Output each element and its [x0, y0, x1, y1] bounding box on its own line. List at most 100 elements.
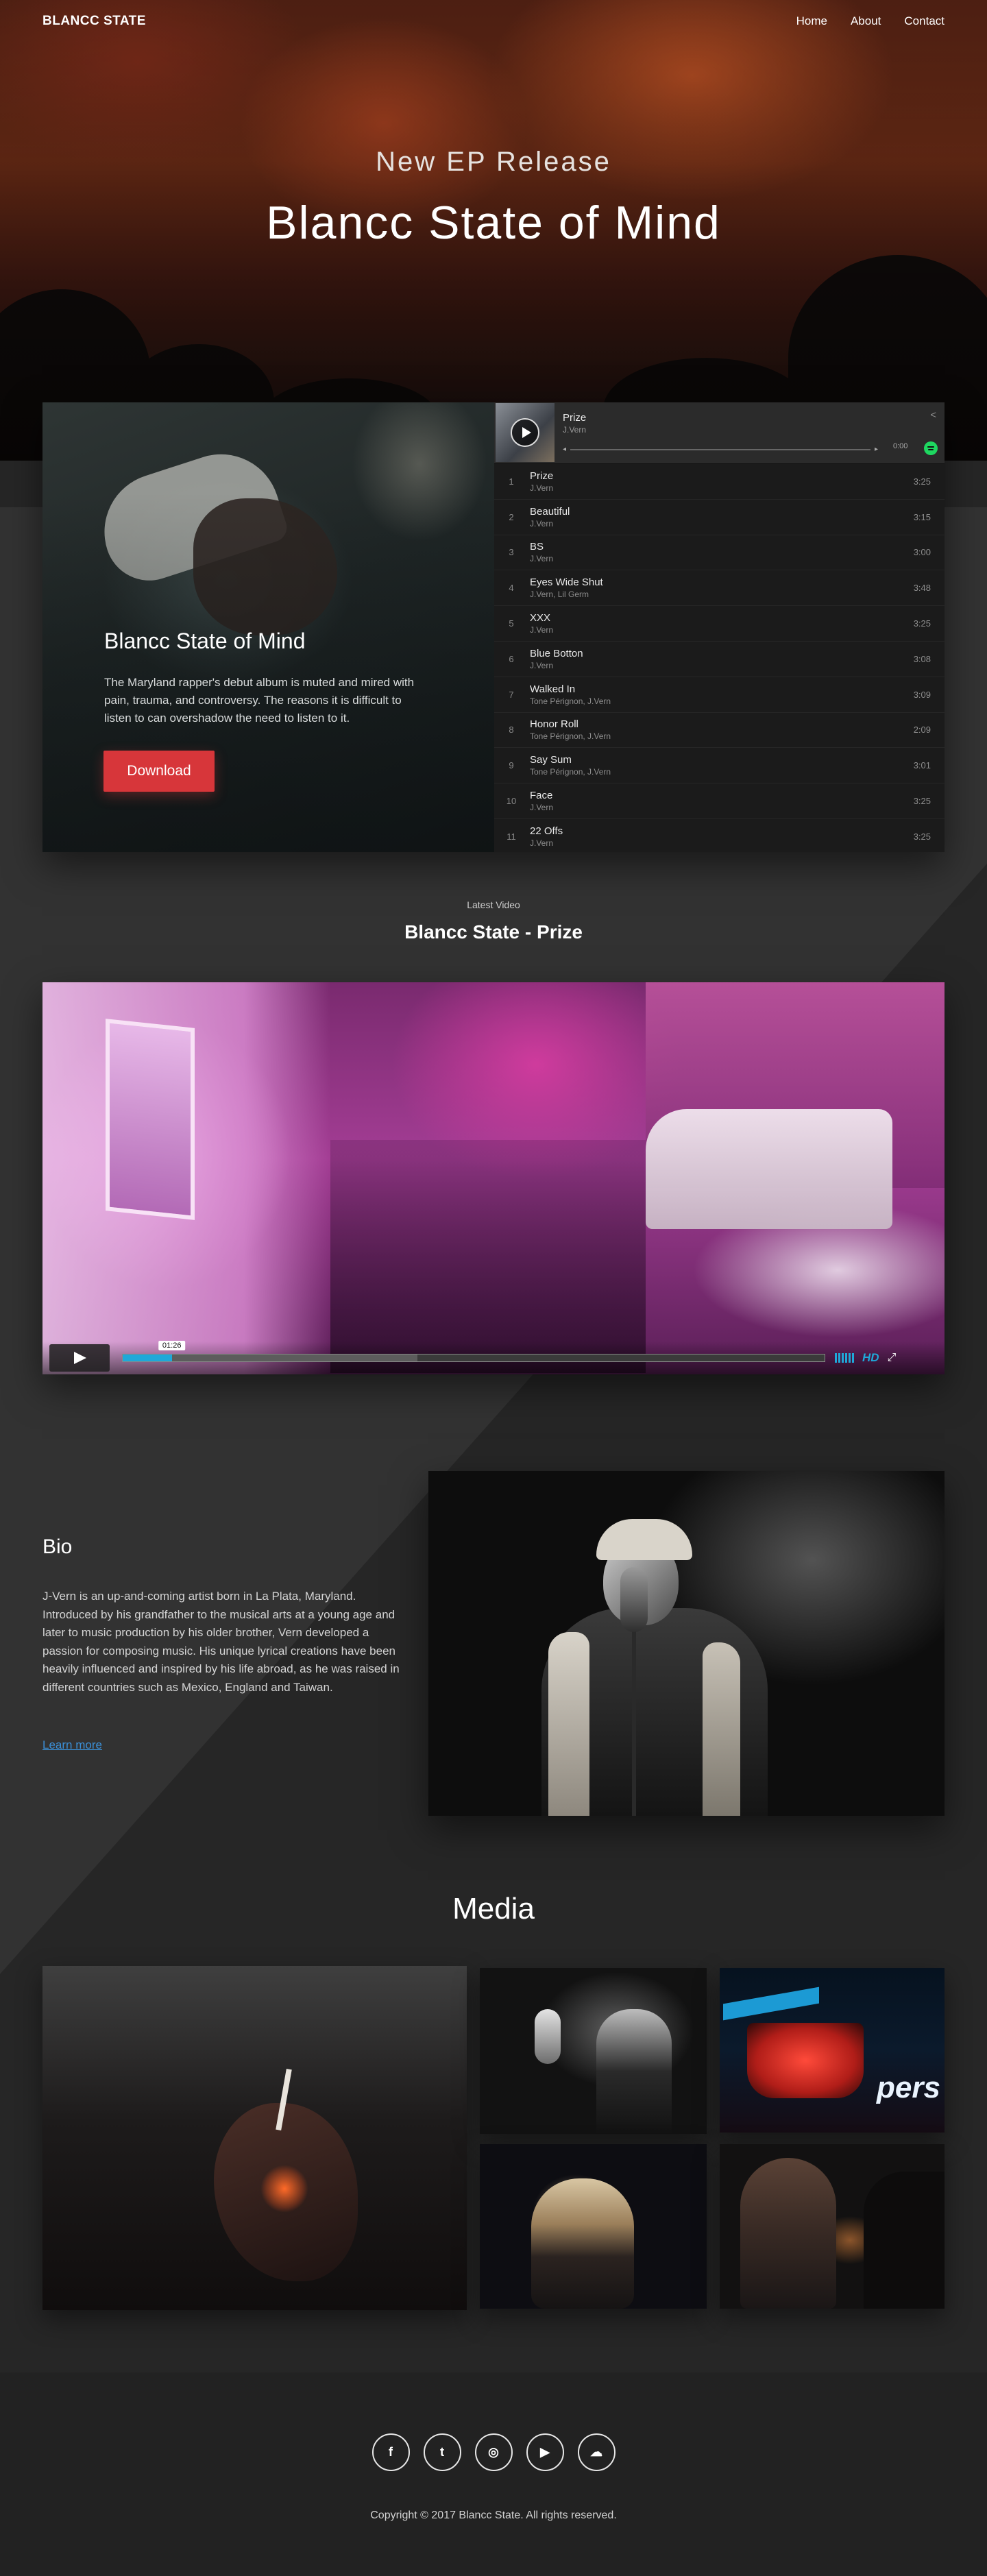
- track-artist: J.Vern, Lil Germ: [530, 590, 589, 600]
- video-controls: 01:26 HD ⤢: [42, 1341, 945, 1374]
- track-artist: J.Vern: [530, 625, 554, 635]
- media-tile-blonde[interactable]: [480, 2144, 707, 2309]
- media-tile-red-sign: [747, 2023, 864, 2098]
- media-tile-sign-text: pers: [877, 2071, 940, 2104]
- track-duration: 3:01: [913, 760, 931, 771]
- track-artist: J.Vern: [530, 554, 554, 564]
- learn-more-link[interactable]: Learn more: [42, 1738, 102, 1752]
- track-row[interactable]: 9 Say Sum Tone Pérignon, J.Vern 3:01: [494, 748, 945, 784]
- bio-photo: [428, 1471, 945, 1816]
- media-tile-neon-sign[interactable]: pers: [720, 1968, 945, 2133]
- track-row[interactable]: 3 BS J.Vern 3:00: [494, 535, 945, 571]
- video-play-button[interactable]: [49, 1344, 110, 1372]
- bio-text: J-Vern is an up-and-coming artist born i…: [42, 1590, 400, 1694]
- media-tile-studio[interactable]: [480, 1968, 707, 2134]
- video-scene-poster: [106, 1019, 195, 1220]
- track-info: Walked In Tone Pérignon, J.Vern: [528, 683, 903, 706]
- social-links: f t ◎ ▶ ☁: [0, 2433, 987, 2471]
- track-number: 11: [507, 831, 516, 842]
- track-artist: J.Vern: [530, 483, 554, 493]
- track-duration: 3:00: [913, 547, 931, 558]
- now-playing-title: Prize: [563, 412, 587, 424]
- player-header: Prize J.Vern < ◂ ▸ 0:00: [494, 402, 945, 464]
- volume-icon[interactable]: [835, 1353, 854, 1363]
- nav-about-link[interactable]: About: [851, 14, 881, 28]
- track-info: Eyes Wide Shut J.Vern, Lil Germ: [528, 576, 903, 599]
- instagram-icon[interactable]: ◎: [474, 2433, 513, 2471]
- media-tile-portrait[interactable]: [720, 2144, 945, 2309]
- facebook-icon[interactable]: f: [371, 2433, 410, 2471]
- track-row[interactable]: 1 Prize J.Vern 3:25: [494, 464, 945, 500]
- play-icon[interactable]: [511, 418, 539, 447]
- track-row[interactable]: 5 XXX J.Vern 3:25: [494, 606, 945, 642]
- track-row[interactable]: 10 Face J.Vern 3:25: [494, 783, 945, 819]
- share-icon[interactable]: <: [930, 409, 936, 421]
- track-title: BS: [530, 541, 544, 553]
- track-info: Face J.Vern: [528, 790, 903, 812]
- nav-links: Home About Contact: [796, 14, 945, 28]
- fullscreen-icon[interactable]: ⤢: [888, 1352, 897, 1364]
- nav-contact-link[interactable]: Contact: [904, 14, 945, 28]
- download-button[interactable]: Download: [103, 751, 215, 792]
- track-row[interactable]: 8 Honor Roll Tone Pérignon, J.Vern 2:09: [494, 713, 945, 749]
- track-duration: 3:09: [913, 689, 931, 700]
- media-tile-person: [531, 2178, 634, 2309]
- track-number: 8: [509, 725, 514, 736]
- track-title: XXX: [530, 612, 551, 624]
- track-row[interactable]: 7 Walked In Tone Pérignon, J.Vern 3:09: [494, 677, 945, 713]
- track-number: 7: [509, 689, 514, 700]
- album-title: Blancc State of Mind: [104, 629, 306, 653]
- track-info: Beautiful J.Vern: [528, 506, 903, 528]
- track-duration: 2:09: [913, 725, 931, 736]
- track-artist: J.Vern: [530, 803, 554, 813]
- video-played-bar: [123, 1354, 172, 1361]
- track-row[interactable]: 6 Blue Botton J.Vern 3:08: [494, 642, 945, 677]
- soundcloud-icon[interactable]: ☁: [577, 2433, 616, 2471]
- media-tile-microphone: [535, 2009, 561, 2064]
- track-number: 10: [506, 796, 517, 807]
- media-tile-lighter[interactable]: [42, 1966, 467, 2310]
- twitter-icon[interactable]: t: [423, 2433, 461, 2471]
- previous-icon[interactable]: ◂: [563, 446, 566, 453]
- brand-logo[interactable]: BLANCC STATE: [42, 14, 146, 29]
- track-duration: 3:48: [913, 583, 931, 594]
- track-title: Face: [530, 790, 553, 802]
- now-playing-artist: J.Vern: [563, 425, 587, 435]
- track-info: XXX J.Vern: [528, 612, 903, 635]
- media-tile-flame: [260, 2165, 308, 2213]
- spotify-icon[interactable]: [924, 441, 938, 455]
- track-artist: J.Vern: [530, 660, 554, 670]
- next-icon[interactable]: ▸: [875, 446, 878, 453]
- video-player[interactable]: 01:26 HD ⤢: [42, 982, 945, 1374]
- track-number: 2: [509, 511, 514, 522]
- player-artwork: [496, 403, 555, 462]
- media-tile-blue-neon: [723, 1986, 819, 2021]
- media-tile-person: [596, 2009, 672, 2134]
- track-title: Say Sum: [530, 754, 572, 766]
- track-title: Beautiful: [530, 505, 570, 518]
- player-progress[interactable]: ◂ ▸: [563, 446, 878, 453]
- album-cover-panel: Blancc State of Mind The Maryland rapper…: [42, 402, 494, 852]
- player-elapsed-time: 0:00: [893, 442, 908, 450]
- bio-photo-cap: [596, 1519, 692, 1560]
- hd-toggle[interactable]: HD: [862, 1351, 879, 1365]
- music-player: Prize J.Vern < ◂ ▸ 0:00 1 Prize J.Vern 3:25…: [494, 402, 945, 852]
- media-tile-shadow: [864, 2172, 945, 2309]
- hero-title: Blancc State of Mind: [266, 197, 721, 249]
- video-seek-bar[interactable]: 01:26: [122, 1341, 825, 1362]
- track-number: 6: [509, 653, 514, 664]
- track-number: 3: [509, 547, 514, 558]
- track-row[interactable]: 11 22 Offs J.Vern 3:25: [494, 819, 945, 852]
- track-row[interactable]: 4 Eyes Wide Shut J.Vern, Lil Germ 3:48: [494, 570, 945, 607]
- player-progress-bar[interactable]: [570, 448, 870, 450]
- media-title: Media: [452, 1892, 535, 1925]
- media-tile-person: [740, 2158, 836, 2309]
- copyright: Copyright © 2017 Blancc State. All right…: [370, 2510, 617, 2521]
- nav-home-link[interactable]: Home: [796, 14, 827, 28]
- track-info: Say Sum Tone Pérignon, J.Vern: [528, 754, 903, 777]
- youtube-icon[interactable]: ▶: [526, 2433, 564, 2471]
- track-duration: 3:25: [913, 831, 931, 842]
- footer: f t ◎ ▶ ☁ Copyright © 2017 Blancc State. All…: [0, 2372, 987, 2576]
- bio-photo-microphone: [620, 1567, 648, 1632]
- track-row[interactable]: 2 Beautiful J.Vern 3:15: [494, 500, 945, 535]
